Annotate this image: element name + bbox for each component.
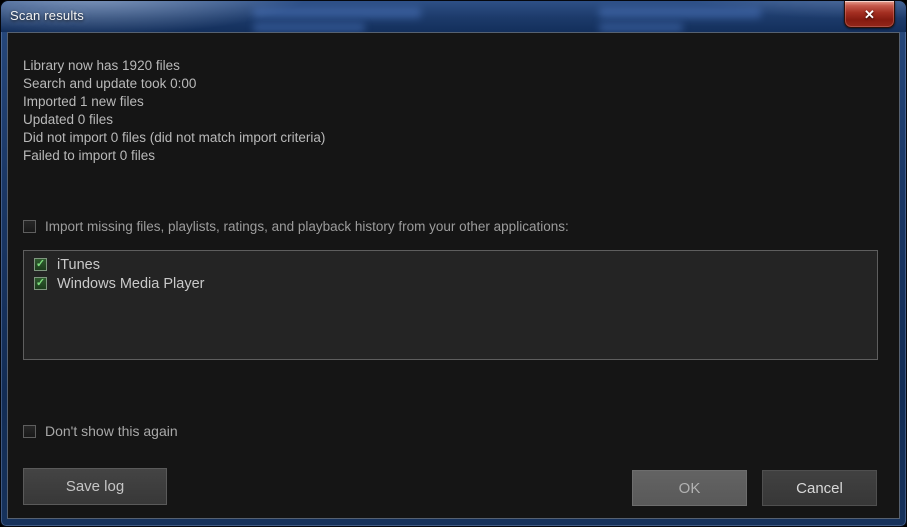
applications-listbox[interactable]: ✓ iTunes ✓ Windows Media Player — [23, 250, 878, 360]
cancel-button[interactable]: Cancel — [762, 470, 877, 506]
list-item-label: Windows Media Player — [57, 276, 204, 292]
summary-line: Did not import 0 files (did not match im… — [23, 129, 325, 147]
save-log-button[interactable]: Save log — [23, 468, 167, 505]
screen: Scan results ✕ Library now has 1920 file… — [0, 0, 907, 527]
summary-line: Search and update took 0:00 — [23, 75, 325, 93]
background-window-blur — [599, 23, 683, 32]
ok-button[interactable]: OK — [632, 470, 747, 506]
titlebar[interactable]: Scan results ✕ — [1, 1, 906, 32]
check-icon: ✓ — [36, 278, 45, 289]
list-item-itunes[interactable]: ✓ iTunes — [24, 255, 877, 274]
background-window-blur — [253, 23, 365, 32]
summary-line: Failed to import 0 files — [23, 147, 325, 165]
summary-line: Library now has 1920 files — [23, 57, 325, 75]
import-missing-checkbox[interactable] — [23, 220, 36, 233]
dont-show-label: Don't show this again — [45, 423, 178, 439]
scan-results-dialog: Scan results ✕ Library now has 1920 file… — [0, 0, 907, 527]
background-window-blur — [253, 7, 421, 18]
itunes-checkbox[interactable]: ✓ — [34, 258, 47, 271]
list-item-label: iTunes — [57, 257, 100, 273]
summary-line: Imported 1 new files — [23, 93, 325, 111]
close-button[interactable]: ✕ — [844, 1, 895, 28]
dont-show-checkbox[interactable] — [23, 425, 36, 438]
dialog-title: Scan results — [10, 8, 84, 23]
dont-show-row[interactable]: Don't show this again — [23, 423, 178, 439]
summary-line: Updated 0 files — [23, 111, 325, 129]
windows-media-player-checkbox[interactable]: ✓ — [34, 277, 47, 290]
close-icon: ✕ — [864, 8, 875, 21]
import-missing-row[interactable]: Import missing files, playlists, ratings… — [23, 219, 569, 234]
import-missing-label: Import missing files, playlists, ratings… — [45, 219, 569, 234]
background-window-blur — [599, 7, 761, 18]
dialog-body: Library now has 1920 files Search and up… — [7, 32, 900, 519]
check-icon: ✓ — [36, 259, 45, 270]
list-item-windows-media-player[interactable]: ✓ Windows Media Player — [24, 274, 877, 293]
scan-summary: Library now has 1920 files Search and up… — [23, 57, 325, 165]
